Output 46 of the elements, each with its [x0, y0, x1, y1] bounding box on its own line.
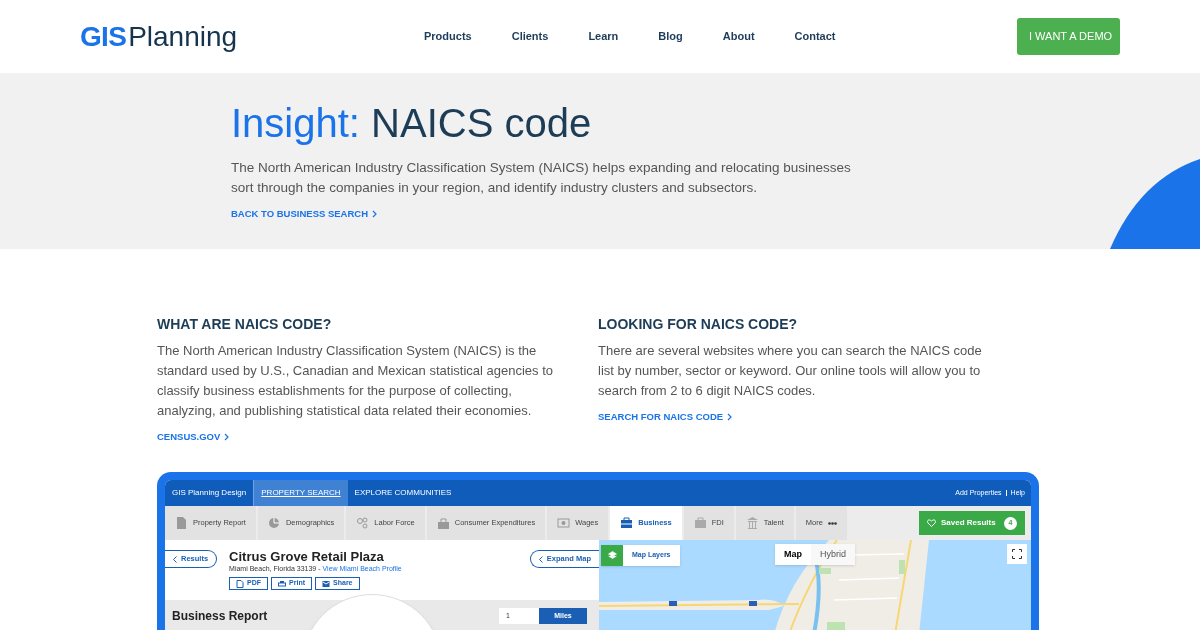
section-link[interactable]: SEARCH FOR NAICS CODE	[598, 410, 733, 425]
section-link[interactable]: CENSUS.GOV	[157, 430, 230, 445]
app-nav-tab[interactable]: EXPLORE COMMUNITIES	[347, 480, 459, 506]
banknote-icon	[557, 516, 571, 530]
section-heading: WHAT ARE NAICS CODE?	[157, 315, 333, 333]
section-text: The North American Industry Classification System (NAICS) is the standard used by U.S., Canadian and Mexican statistical agencies to classify business establishments for the purpose of collecting, analyzing, and publishing statistical data related their economies.	[157, 342, 554, 420]
envelope-icon	[322, 579, 331, 588]
chevron-icon	[538, 555, 543, 563]
back-link[interactable]: BACK TO BUSINESS SEARCH	[231, 207, 378, 222]
layers-icon	[607, 551, 617, 560]
dots-icon	[827, 521, 837, 525]
app-nav-tab[interactable]: PROPERTY SEARCH	[253, 480, 348, 506]
document-icon	[236, 579, 245, 588]
bag-icon	[436, 516, 450, 530]
briefcase-icon	[620, 516, 634, 530]
app-nav-tab[interactable]: GIS Planning Design	[165, 480, 254, 506]
fullscreen-icon	[1012, 549, 1022, 559]
map-type-toggle[interactable]: Map	[775, 544, 811, 565]
chevron-icon	[727, 413, 733, 422]
chevron-icon	[224, 433, 230, 442]
section-text: There are several websites where you can search the NAICS code list by number, sector or keyword. Our online tools will allow you to search from 2 to 6 digit NAICS codes.	[598, 342, 983, 400]
nav-link[interactable]: Contact	[794, 28, 836, 45]
gears-icon	[356, 516, 370, 530]
fullscreen-button[interactable]	[1007, 544, 1027, 564]
report-title: Business Report	[172, 608, 268, 624]
heart-icon	[927, 519, 936, 527]
printer-icon	[278, 579, 287, 588]
nav-link[interactable]: About	[722, 28, 755, 45]
chevron-icon	[372, 210, 378, 219]
nav-link[interactable]: Learn	[588, 28, 619, 45]
chevron-icon	[173, 555, 177, 563]
building-icon	[745, 516, 759, 530]
logo-mark: GIS	[80, 22, 127, 51]
nav-link[interactable]: Blog	[658, 28, 683, 45]
property-title: Citrus Grove Retail Plaza	[229, 550, 385, 564]
map-type-toggle[interactable]: Hybrid	[811, 544, 855, 565]
logo-wordmark: Planning	[128, 22, 238, 51]
nav-link[interactable]: Products	[424, 28, 472, 45]
logo[interactable]: GISPlanning	[80, 22, 340, 51]
briefcase-icon	[693, 516, 707, 530]
section-heading: LOOKING FOR NAICS CODE?	[598, 315, 799, 333]
document-icon	[175, 516, 188, 530]
hero-description: The North American Industry Classification System (NAICS) helps expanding and relocating businesses sort through the companies in your region, and identify industry clusters and subsectors.	[231, 159, 852, 197]
page-title: Insight: NAICS code	[231, 100, 593, 147]
nav-link[interactable]: Clients	[511, 28, 549, 45]
pie-chart-icon	[267, 516, 281, 530]
